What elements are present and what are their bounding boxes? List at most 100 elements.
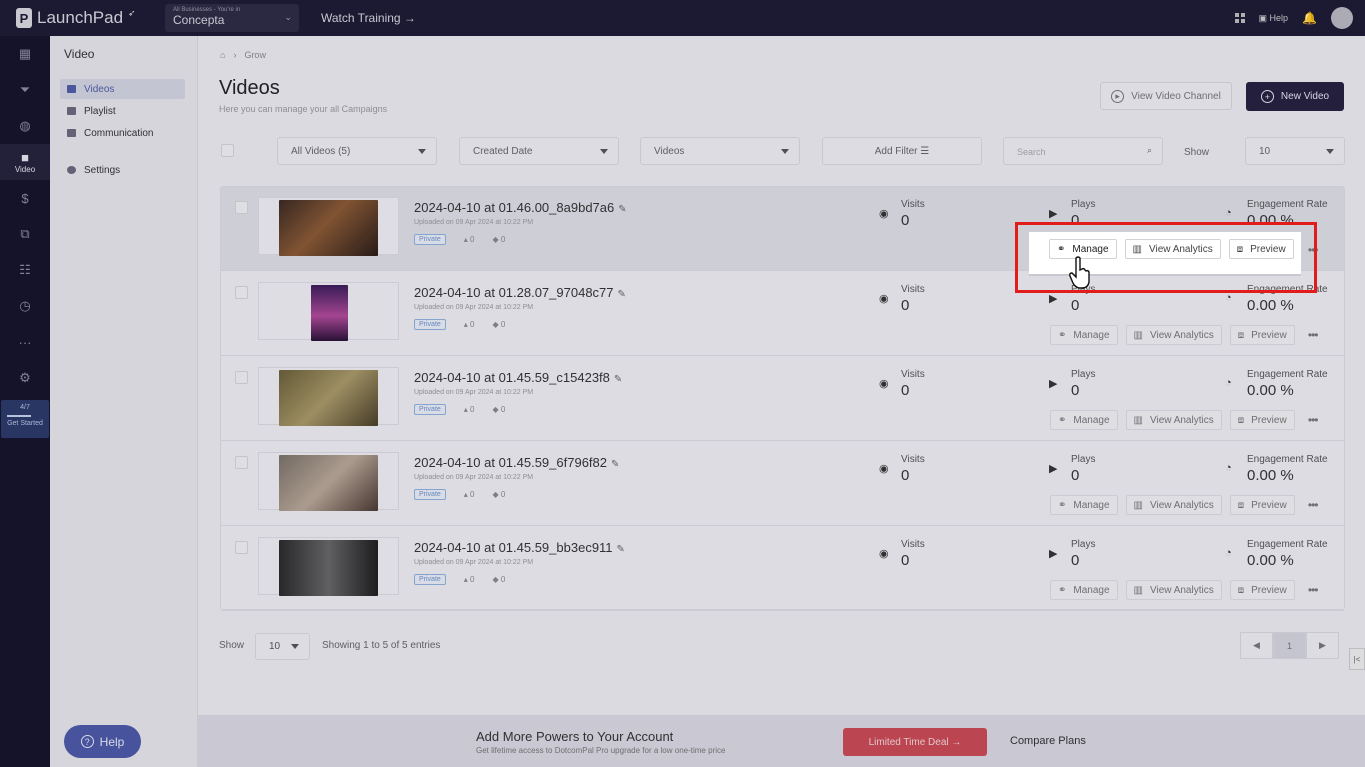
more-icon[interactable]: ··· — [0, 324, 50, 360]
view-analytics-button[interactable]: ▥ View Analytics — [1125, 495, 1222, 515]
subnav-item-settings[interactable]: Settings — [60, 160, 185, 180]
get-started-widget[interactable]: 4/7 Get Started — [1, 400, 49, 438]
business-switcher[interactable]: All Businesses - You're in Concepta ⌄ — [165, 4, 299, 32]
breadcrumb-grow[interactable]: Grow — [244, 50, 266, 60]
table-row[interactable]: 2024-04-10 at 01.45.59_6f796f82 ✎ Uploade… — [221, 442, 1344, 526]
all-videos-select[interactable]: All Videos (5) — [277, 137, 437, 165]
like-count: 0 — [470, 235, 475, 244]
watch-training-link[interactable]: Watch Training → — [321, 11, 416, 25]
video-title[interactable]: 2024-04-10 at 01.45.59_6f796f82 ✎ — [414, 455, 619, 470]
preview-button[interactable]: ⧈ Preview — [1229, 325, 1295, 345]
pencil-icon[interactable]: ✎ — [614, 374, 622, 385]
view-analytics-button[interactable]: ▥ View Analytics — [1125, 410, 1222, 430]
pencil-icon[interactable]: ✎ — [618, 289, 626, 300]
plays-label: Plays — [1071, 369, 1096, 380]
limited-deal-button[interactable]: Limited Time Deal → — [843, 728, 987, 756]
view-analytics-button[interactable]: ▥ View Analytics — [1125, 580, 1222, 600]
gear-icon[interactable]: ⚙ — [0, 360, 50, 396]
more-options-icon[interactable]: ••• — [1303, 495, 1323, 515]
created-date-select[interactable]: Created Date — [459, 137, 619, 165]
subnav-item-playlist[interactable]: Playlist — [60, 101, 185, 121]
more-options-icon[interactable]: ••• — [1303, 325, 1323, 345]
help-button[interactable]: ? Help — [64, 725, 141, 758]
select-all-checkbox[interactable] — [221, 144, 234, 157]
manage-button[interactable]: ⚭ Manage — [1050, 410, 1118, 430]
videos-type-value: Videos — [654, 146, 685, 157]
manage-button[interactable]: ⚭ Manage — [1050, 495, 1118, 515]
caret-down-icon — [418, 149, 426, 154]
video-meta: Private ▴ 0 ◆ 0 — [414, 489, 505, 500]
pencil-icon[interactable]: ✎ — [617, 544, 625, 555]
row-checkbox[interactable] — [235, 541, 248, 554]
video-thumbnail-frame[interactable] — [258, 367, 399, 426]
users-icon[interactable]: ☷ — [0, 252, 50, 288]
help-link[interactable]: ▣ Help — [1259, 13, 1289, 24]
link-icon: ⚭ — [1058, 329, 1067, 341]
video-title[interactable]: 2024-04-10 at 01.46.00_8a9bd7a6 ✎ — [414, 200, 627, 215]
pencil-icon[interactable]: ✎ — [618, 204, 626, 215]
preview-button[interactable]: ⧈ Preview — [1229, 580, 1295, 600]
video-thumbnail-frame[interactable] — [258, 282, 399, 341]
video-title[interactable]: 2024-04-10 at 01.45.59_c15423f8 ✎ — [414, 370, 622, 385]
video-thumbnail-frame[interactable] — [258, 452, 399, 511]
table-row[interactable]: 2024-04-10 at 01.45.59_c15423f8 ✎ Uploade… — [221, 357, 1344, 441]
search-input[interactable]: Search ⌕ — [1003, 137, 1163, 165]
more-options-icon[interactable]: ••• — [1303, 580, 1323, 600]
video-title[interactable]: 2024-04-10 at 01.28.07_97048c77 ✎ — [414, 285, 626, 300]
launchpad-logo[interactable]: P LaunchPad ➶ — [16, 8, 164, 28]
dollar-icon[interactable]: $ — [0, 180, 50, 216]
avatar[interactable] — [1331, 7, 1353, 29]
row-checkbox[interactable] — [235, 286, 248, 299]
video-title-text: 2024-04-10 at 01.45.59_bb3ec911 — [414, 540, 613, 555]
pie-chart-icon: ◔ — [1225, 377, 1232, 389]
prev-page-button[interactable]: ◀ — [1240, 632, 1273, 659]
row-checkbox[interactable] — [235, 371, 248, 384]
video-thumbnail-frame[interactable] — [258, 197, 399, 256]
apps-grid-icon[interactable] — [1234, 13, 1245, 23]
globe-icon[interactable]: ◍ — [0, 108, 50, 144]
visits-value: 0 — [901, 382, 910, 399]
add-filter-button[interactable]: Add Filter ☰ — [822, 137, 982, 165]
row-checkbox[interactable] — [235, 201, 248, 214]
rail-item-video[interactable]: ■ Video — [0, 144, 50, 180]
row-actions: ⚭ Manage ▥ View Analytics ⧈ Preview ••• — [1050, 325, 1323, 345]
compare-plans-link[interactable]: Compare Plans — [1010, 735, 1086, 747]
likes: ▴ 0 — [464, 405, 475, 414]
row-actions: ⚭ Manage ▥ View Analytics ⧈ Preview ••• — [1050, 580, 1323, 600]
get-started-label: Get Started — [7, 420, 43, 427]
subnav-item-videos[interactable]: Videos — [60, 79, 185, 99]
search-icon: ⌕ — [1146, 145, 1152, 155]
pencil-icon[interactable]: ✎ — [611, 459, 619, 470]
chat-bubbles-icon — [67, 129, 76, 137]
next-page-button[interactable]: ▶ — [1306, 632, 1339, 659]
manage-button[interactable]: ⚭ Manage — [1050, 325, 1118, 345]
video-thumbnail-frame[interactable] — [258, 537, 399, 596]
eye-icon: ◉ — [879, 378, 889, 390]
view-analytics-label: View Analytics — [1149, 414, 1214, 426]
funnel-icon[interactable]: ⏷ — [0, 72, 50, 108]
view-video-channel-button[interactable]: ▸ View Video Channel — [1100, 82, 1232, 110]
subnav-item-communication[interactable]: Communication — [60, 123, 185, 143]
video-title[interactable]: 2024-04-10 at 01.45.59_bb3ec911 ✎ — [414, 540, 625, 555]
page-1-button[interactable]: 1 — [1273, 632, 1306, 659]
manage-button[interactable]: ⚭ Manage — [1050, 580, 1118, 600]
more-options-icon[interactable]: ••• — [1303, 410, 1323, 430]
preview-button[interactable]: ⧈ Preview — [1229, 495, 1295, 515]
preview-button[interactable]: ⧈ Preview — [1229, 410, 1295, 430]
dashboard-icon[interactable]: ▦ — [0, 36, 50, 72]
video-meta: Private ▴ 0 ◆ 0 — [414, 404, 505, 415]
new-video-button[interactable]: + New Video — [1246, 82, 1344, 111]
videos-type-select[interactable]: Videos — [640, 137, 800, 165]
collapse-panel-icon[interactable]: |< — [1349, 648, 1365, 670]
row-checkbox[interactable] — [235, 456, 248, 469]
bell-icon[interactable]: 🔔 — [1302, 11, 1317, 25]
show-count-select[interactable]: 10 — [1245, 137, 1345, 165]
engagement-label: Engagement Rate — [1247, 539, 1328, 550]
clock-icon[interactable]: ◷ — [0, 288, 50, 324]
hierarchy-icon[interactable]: ⧉ — [0, 216, 50, 252]
row-actions: ⚭ Manage ▥ View Analytics ⧈ Preview ••• — [1050, 410, 1323, 430]
footer-show-select[interactable]: 10 — [255, 633, 310, 660]
home-icon[interactable]: ⌂ — [220, 50, 225, 60]
table-row[interactable]: 2024-04-10 at 01.45.59_bb3ec911 ✎ Uploade… — [221, 527, 1344, 611]
view-analytics-button[interactable]: ▥ View Analytics — [1125, 325, 1222, 345]
